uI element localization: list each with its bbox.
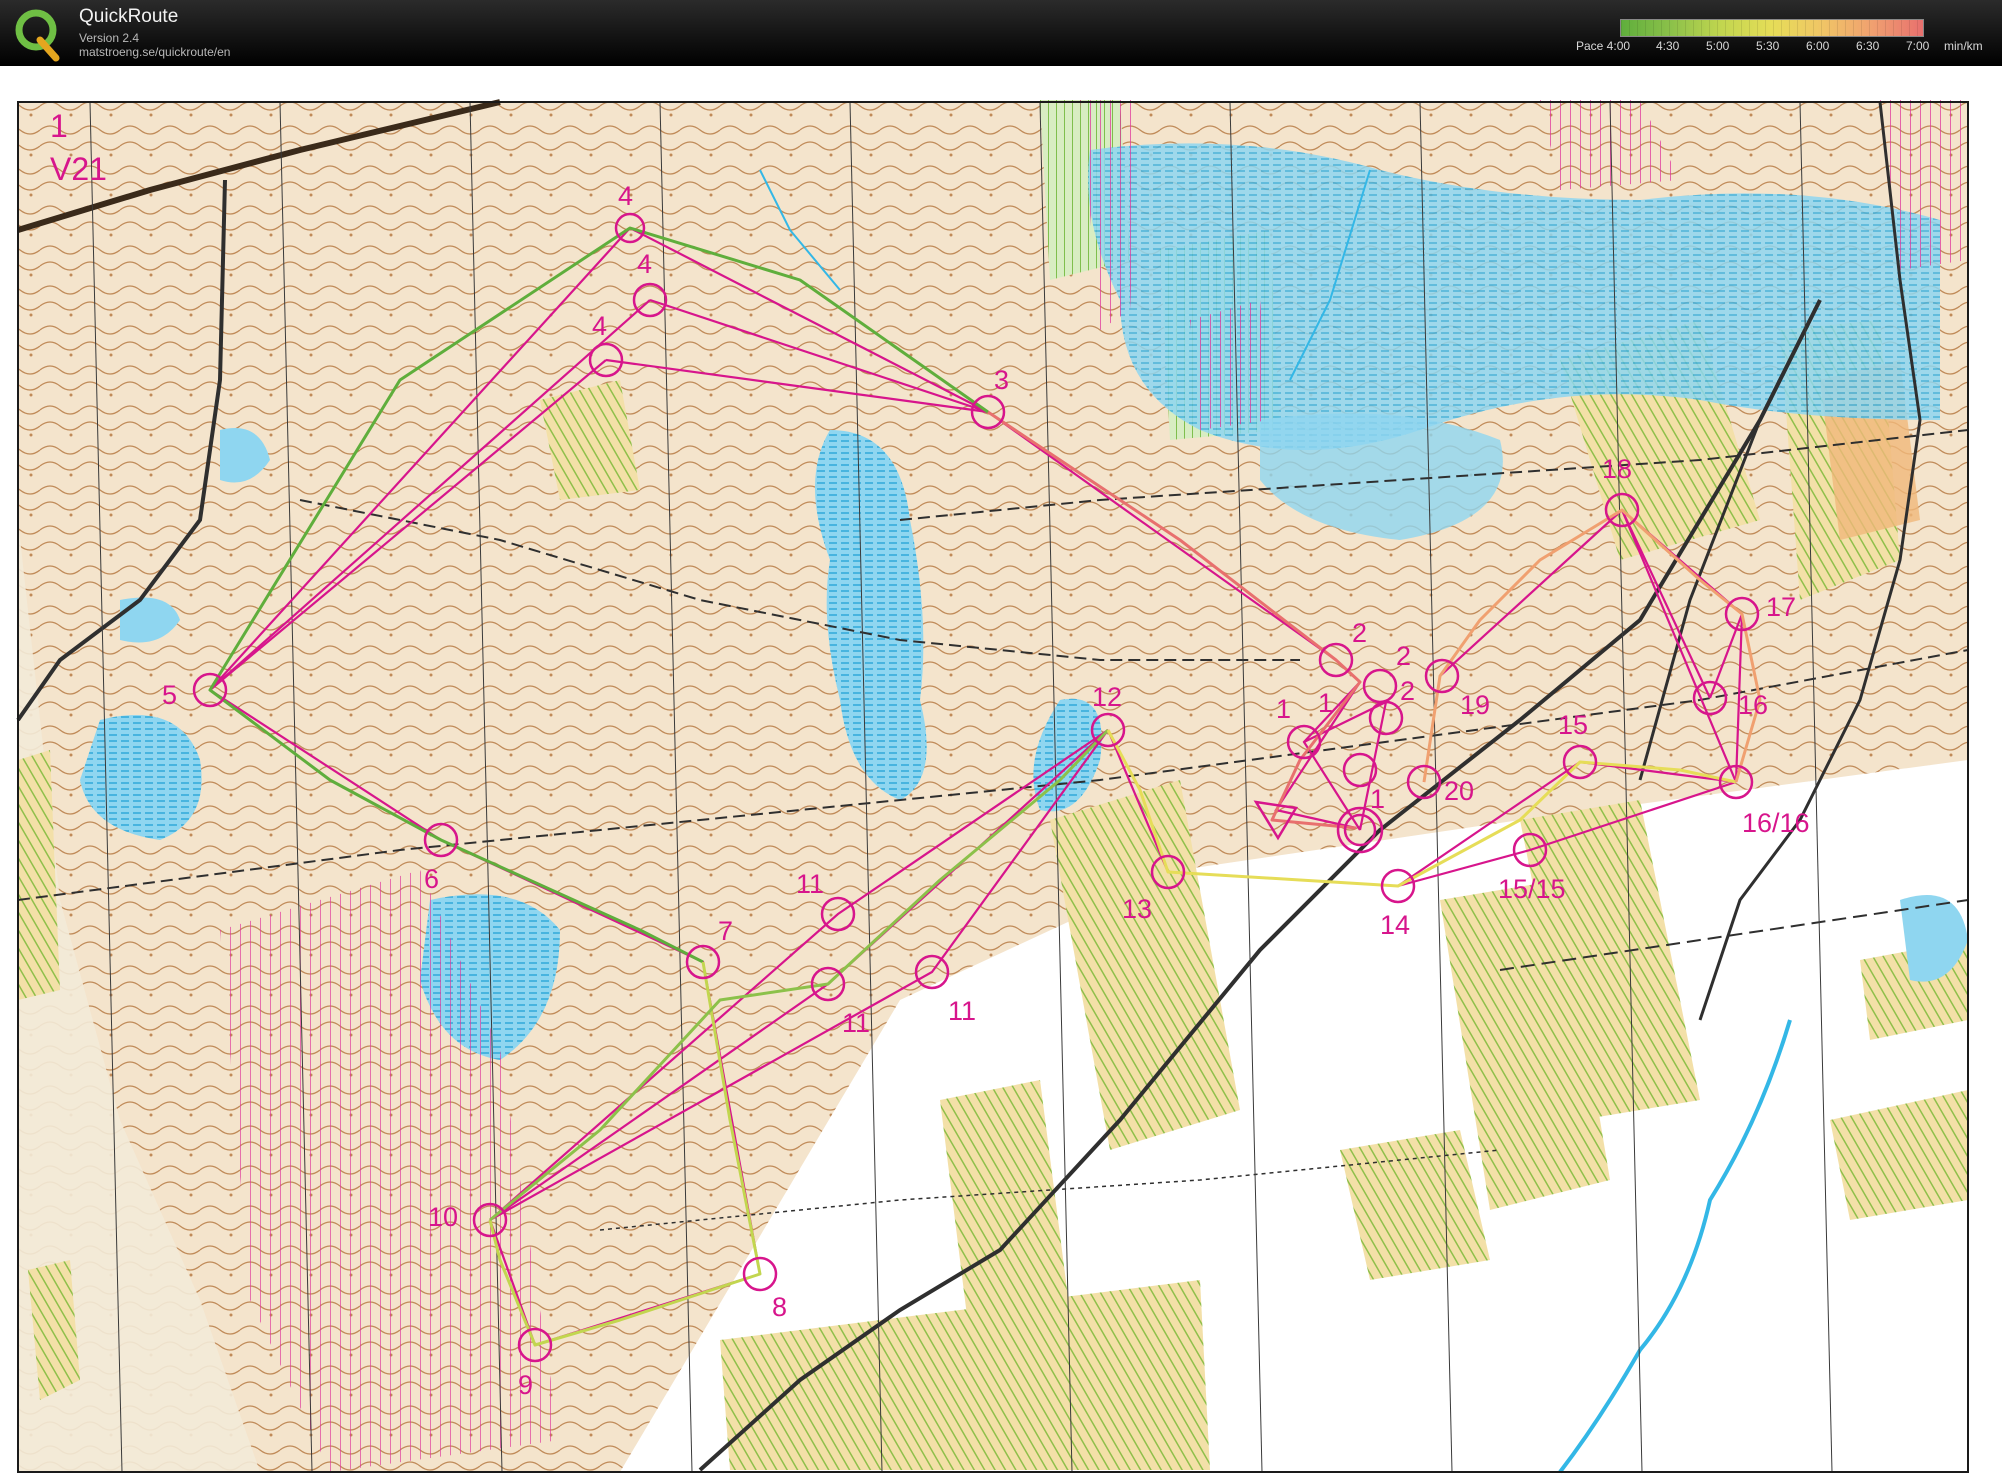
label-4a: 4 <box>618 181 633 211</box>
course-number: 1 <box>50 108 68 144</box>
class-name: V21 <box>50 151 107 187</box>
app-header: QuickRoute Version 2.4 matstroeng.se/qui… <box>0 0 2002 66</box>
label-2b: 2 <box>1396 641 1411 671</box>
label-2a: 2 <box>1352 618 1367 648</box>
pace-gradient-bar <box>1620 19 1924 37</box>
orienteering-map[interactable]: 1 V21 4 4 4 3 5 6 7 8 9 10 11 11 11 12 1… <box>0 66 2002 1480</box>
label-10: 10 <box>428 1202 458 1232</box>
label-15: 15 <box>1558 710 1588 740</box>
label-16-16: 16/16 <box>1742 808 1810 838</box>
pace-label-2: 4:30 <box>1656 39 1680 53</box>
pace-label-6: 6:30 <box>1856 39 1880 53</box>
label-1a: 1 <box>1276 694 1291 724</box>
label-7: 7 <box>718 916 733 946</box>
label-12: 12 <box>1092 682 1122 712</box>
label-18: 18 <box>1602 454 1632 484</box>
label-4b: 4 <box>637 249 652 279</box>
pace-label-3: 5:00 <box>1706 39 1730 53</box>
label-11c: 11 <box>948 996 976 1026</box>
label-3: 3 <box>994 365 1009 395</box>
label-9: 9 <box>518 1370 533 1400</box>
pace-label-1: Pace 4:00 <box>1576 39 1631 53</box>
label-11a: 11 <box>796 869 824 899</box>
pace-unit: min/km <box>1944 39 1983 53</box>
app-title: QuickRoute <box>79 6 179 27</box>
label-19: 19 <box>1460 690 1490 720</box>
map-frame[interactable]: 1 V21 4 4 4 3 5 6 7 8 9 10 11 11 11 12 1… <box>0 66 2002 1480</box>
label-17: 17 <box>1766 592 1796 622</box>
label-5: 5 <box>162 680 177 710</box>
label-4c: 4 <box>592 311 607 341</box>
label-14: 14 <box>1380 910 1410 940</box>
label-11b: 11 <box>842 1008 870 1038</box>
pace-scale-labels: Pace 4:00 4:30 5:00 5:30 6:00 6:30 7:00 … <box>0 39 2002 55</box>
pace-label-7: 7:00 <box>1906 39 1930 53</box>
label-6: 6 <box>424 864 439 894</box>
label-1b: 1 <box>1318 688 1333 718</box>
label-16: 16 <box>1738 690 1768 720</box>
label-8: 8 <box>772 1292 787 1322</box>
label-13: 13 <box>1122 894 1152 924</box>
label-20: 20 <box>1444 776 1474 806</box>
label-15-15: 15/15 <box>1498 874 1566 904</box>
label-2c: 2 <box>1400 676 1415 706</box>
pace-label-4: 5:30 <box>1756 39 1780 53</box>
pace-label-5: 6:00 <box>1806 39 1830 53</box>
label-1c: 1 <box>1370 784 1385 814</box>
